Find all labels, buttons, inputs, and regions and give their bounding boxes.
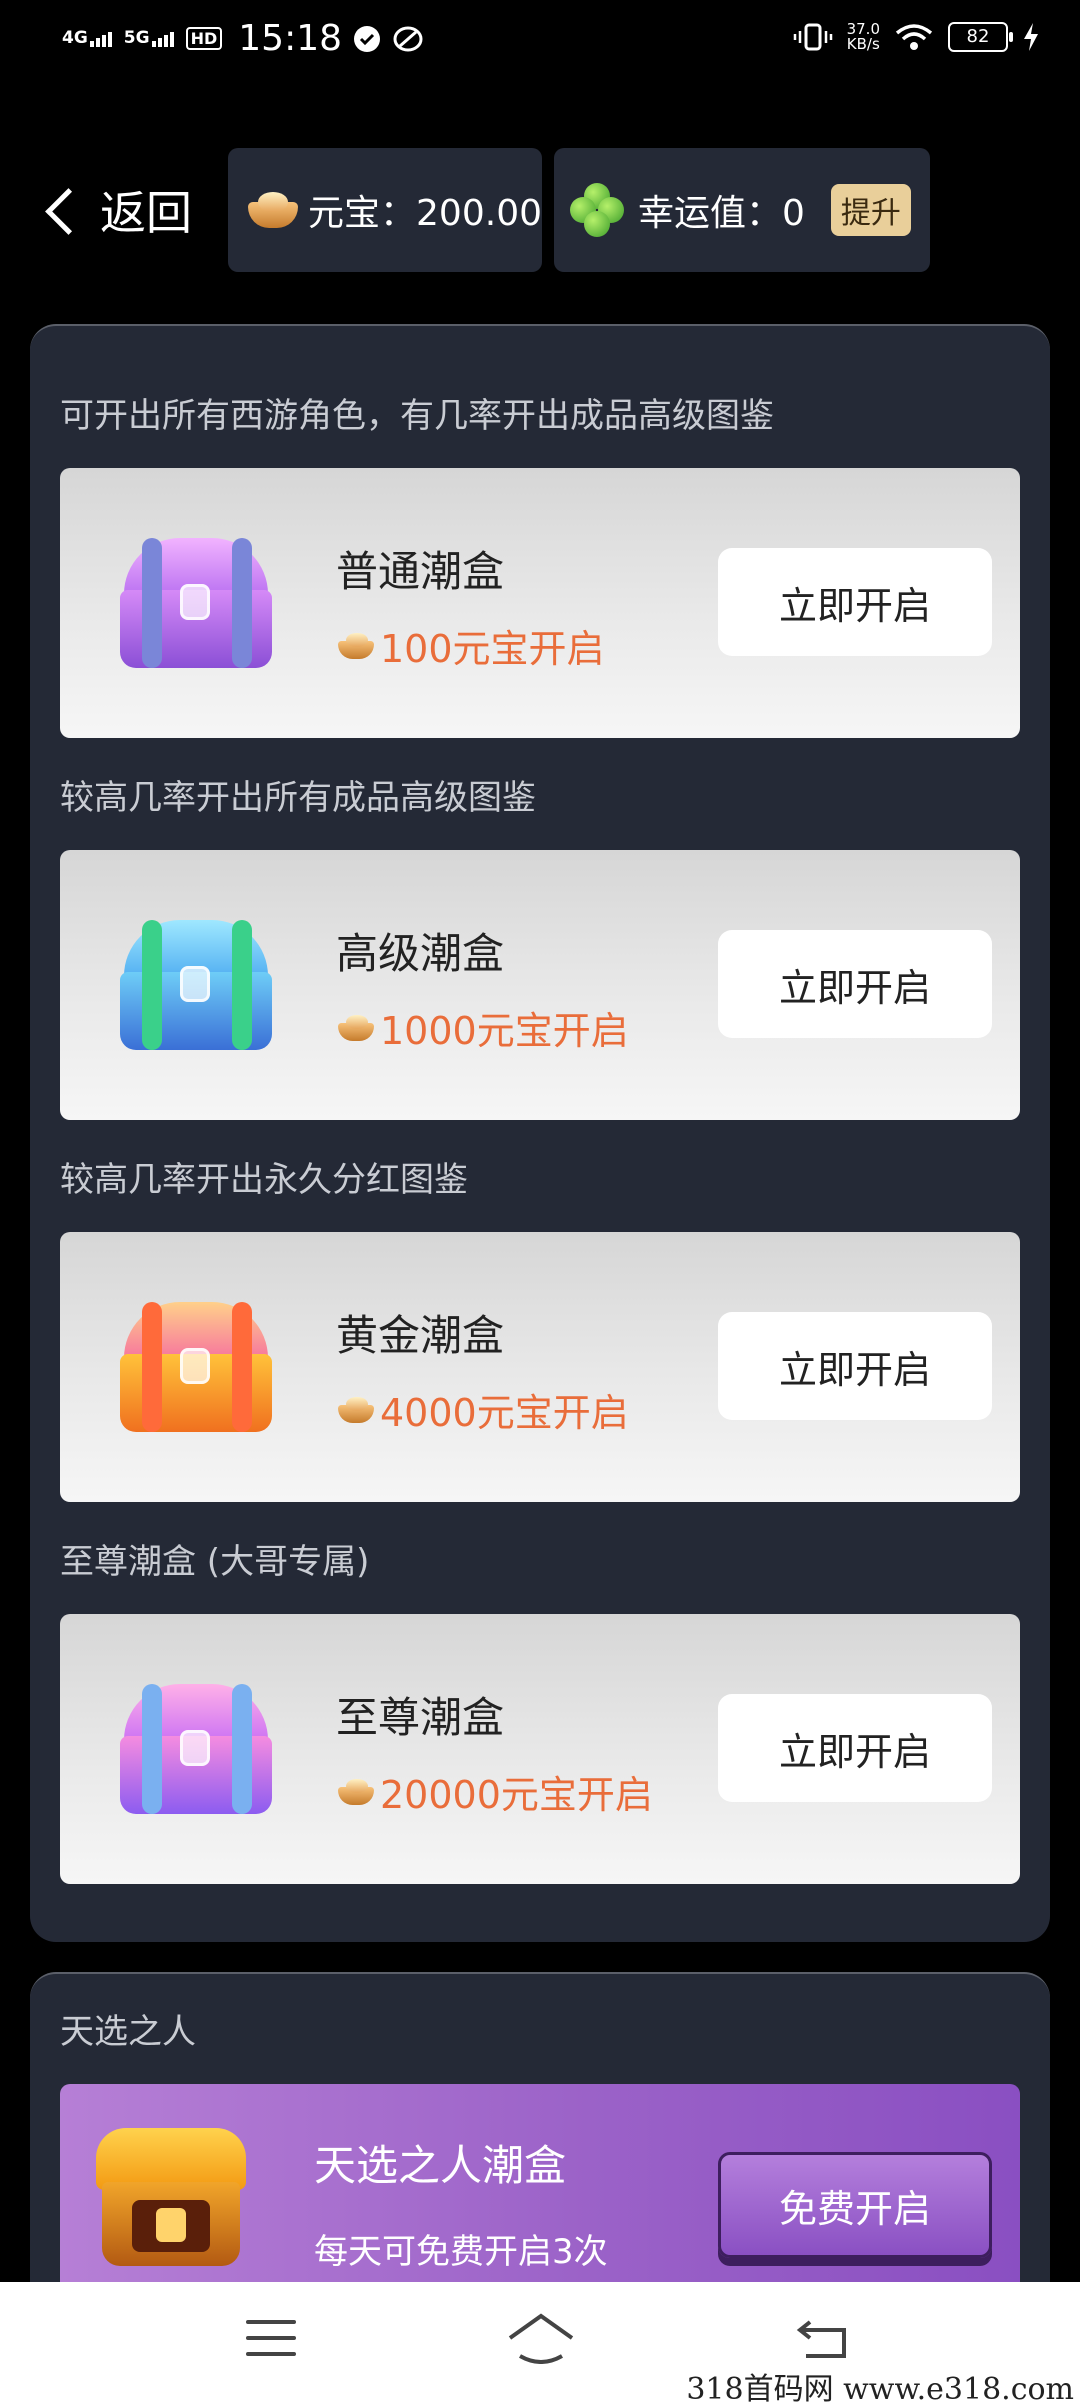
box-price-text: 100元宝开启: [380, 627, 605, 671]
vibrate-icon: [793, 23, 832, 51]
clover-icon: [570, 183, 624, 237]
network-speed: 37.0 KB/s: [846, 20, 880, 53]
box-card-gold: 黄金潮盒 4000元宝开启 立即开启: [60, 1232, 1020, 1502]
watermark: 318首码网 www.e318.com: [686, 2372, 1074, 2407]
ingot-icon: [336, 1395, 376, 1425]
ingot-balance-text: 元宝：200.00: [308, 193, 542, 234]
back-button[interactable]: 返回: [40, 160, 192, 260]
hd-icon: HD: [185, 27, 223, 50]
box-card-normal: 普通潮盒 100元宝开启 立即开启: [60, 468, 1020, 738]
lucky-box-subtitle: 每天可免费开启3次: [314, 2232, 608, 2272]
luck-value: 幸运值：0 提升: [554, 148, 930, 272]
box-title: 高级潮盒: [336, 929, 505, 978]
verified-icon: [354, 25, 381, 52]
open-button-gold[interactable]: 立即开启: [718, 1312, 992, 1420]
ingot-icon: [336, 1013, 376, 1043]
box-price: 4000元宝开启: [336, 1382, 629, 1437]
ingot-icon: [244, 188, 298, 232]
ingot-balance: 元宝：200.00: [228, 148, 542, 272]
charging-icon: [1024, 23, 1038, 51]
menu-icon[interactable]: [246, 2320, 296, 2360]
open-button-normal[interactable]: 立即开启: [718, 548, 992, 656]
open-button-supreme[interactable]: 立即开启: [718, 1694, 992, 1802]
open-button-advanced[interactable]: 立即开启: [718, 930, 992, 1038]
box-price-text: 20000元宝开启: [380, 1773, 653, 1817]
system-nav-bar: 318首码网 www.e318.com: [0, 2282, 1080, 2408]
box-price-text: 1000元宝开启: [380, 1009, 629, 1053]
box-caption-supreme: 至尊潮盒 (大哥专属): [60, 1542, 370, 1582]
home-icon[interactable]: [506, 2312, 576, 2364]
mystery-box-panel: 可开出所有西游角色，有几率开出成品高级图鉴 普通潮盒 100元宝开启 立即开启 …: [30, 324, 1050, 1942]
box-title: 至尊潮盒: [336, 1693, 505, 1742]
header: 返回 元宝：200.00 幸运值：0 提升: [0, 148, 1080, 272]
free-open-button[interactable]: 免费开启: [718, 2152, 992, 2258]
app-notification-icon: [393, 26, 423, 51]
box-price: 20000元宝开启: [336, 1764, 653, 1819]
back-nav-icon[interactable]: [796, 2316, 850, 2360]
gold-chest-icon: [116, 1302, 276, 1436]
box-caption-advanced: 较高几率开出所有成品高级图鉴: [60, 778, 536, 818]
clock: 15:18: [238, 18, 343, 59]
back-label: 返回: [100, 186, 192, 240]
box-card-supreme: 至尊潮盒 20000元宝开启 立即开启: [60, 1614, 1020, 1884]
luck-value-text: 幸运值：0: [638, 193, 805, 234]
purple-chest-icon: [116, 538, 276, 672]
status-bar: 4G 5G HD 15:18 37.0 KB/s 82: [0, 0, 1080, 84]
signal-5g-icon: 5G: [124, 30, 176, 47]
blue-chest-icon: [116, 920, 276, 1054]
lucky-box-title: 天选之人潮盒: [314, 2141, 567, 2190]
box-price: 100元宝开启: [336, 618, 605, 673]
box-caption-gold: 较高几率开出永久分红图鉴: [60, 1160, 468, 1200]
box-caption-normal: 可开出所有西游角色，有几率开出成品高级图鉴: [60, 396, 774, 436]
box-price-text: 4000元宝开启: [380, 1391, 629, 1435]
wifi-icon: [895, 24, 933, 50]
box-price: 1000元宝开启: [336, 1000, 629, 1055]
treasure-chest-icon: [96, 2128, 246, 2268]
box-title: 普通潮盒: [336, 547, 505, 596]
battery-icon: 82: [948, 22, 1013, 52]
back-arrow-icon: [40, 185, 80, 235]
ingot-icon: [336, 1777, 376, 1807]
ingot-icon: [336, 631, 376, 661]
lucky-caption: 天选之人: [60, 2012, 196, 2052]
box-title: 黄金潮盒: [336, 1311, 505, 1360]
signal-4g-icon: 4G: [62, 30, 114, 47]
upgrade-button[interactable]: 提升: [830, 184, 911, 236]
rainbow-chest-icon: [116, 1684, 276, 1818]
box-card-advanced: 高级潮盒 1000元宝开启 立即开启: [60, 850, 1020, 1120]
